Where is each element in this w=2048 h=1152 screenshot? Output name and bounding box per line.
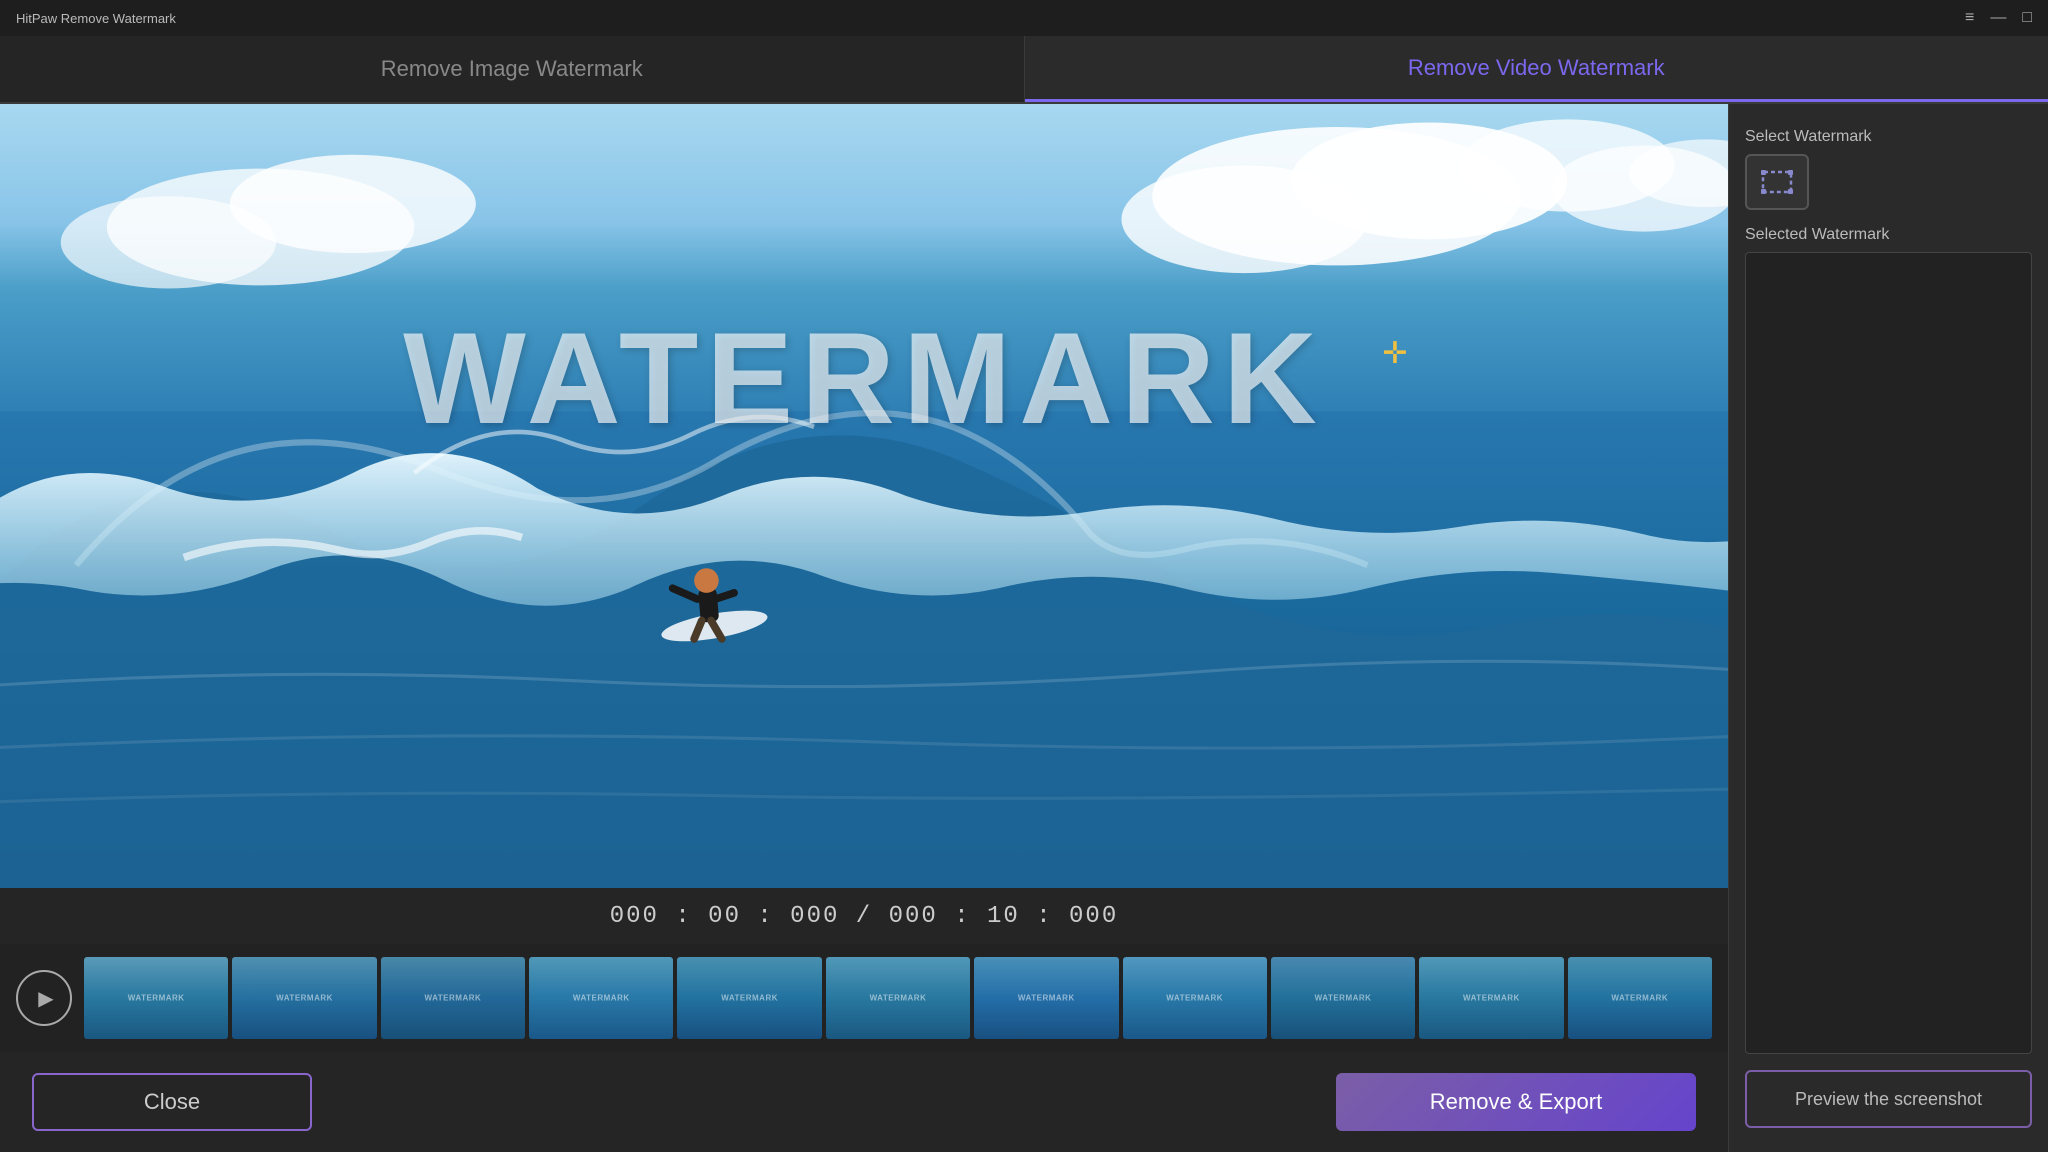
tab-video[interactable]: Remove Video Watermark	[1025, 36, 2048, 102]
selection-icon	[1759, 167, 1795, 197]
tab-video-label: Remove Video Watermark	[1408, 55, 1665, 81]
filmstrip-frame-label: WATERMARK	[573, 994, 630, 1003]
selected-watermark-label: Selected Watermark	[1745, 226, 2032, 244]
time-bar: 000 : 00 : 000 / 000 : 10 : 000	[0, 888, 1728, 944]
play-button[interactable]: ▶	[16, 970, 72, 1026]
close-button[interactable]: Close	[32, 1073, 312, 1131]
filmstrip-frame-label: WATERMARK	[1315, 994, 1372, 1003]
filmstrip-frame-label: WATERMARK	[1463, 994, 1520, 1003]
filmstrip-frame[interactable]: WATERMARK	[529, 957, 673, 1039]
filmstrip-frame-label: WATERMARK	[276, 994, 333, 1003]
filmstrip-frame[interactable]: WATERMARK	[84, 957, 228, 1039]
time-display: 000 : 00 : 000 / 000 : 10 : 000	[610, 903, 1118, 930]
select-watermark-label: Select Watermark	[1745, 128, 2032, 146]
selected-watermark-section: Selected Watermark	[1745, 226, 2032, 1054]
titlebar: HitPaw Remove Watermark ≡ — □	[0, 0, 2048, 36]
select-watermark-section: Select Watermark	[1745, 128, 2032, 210]
filmstrip-frame-label: WATERMARK	[870, 994, 927, 1003]
minimize-icon[interactable]: —	[1990, 9, 2006, 27]
filmstrip-frame[interactable]: WATERMARK	[826, 957, 970, 1039]
filmstrip-frame-label: WATERMARK	[1166, 994, 1223, 1003]
timeline: ▶ WATERMARKWATERMARKWATERMARKWATERMARKWA…	[0, 944, 1728, 1052]
bottom-bar: Close Remove & Export	[0, 1052, 1728, 1152]
crosshair-cursor: ✛	[1382, 339, 1407, 369]
maximize-icon[interactable]: □	[2022, 9, 2032, 27]
export-button[interactable]: Remove & Export	[1336, 1073, 1696, 1131]
video-scene-svg	[0, 104, 1728, 888]
select-watermark-button[interactable]	[1745, 154, 1809, 210]
tab-image-label: Remove Image Watermark	[381, 56, 643, 82]
selected-watermark-preview	[1745, 252, 2032, 1054]
right-panel: Select Watermark Selected Watermark Prev…	[1728, 104, 2048, 1152]
filmstrip-frame[interactable]: WATERMARK	[1419, 957, 1563, 1039]
filmstrip-frame-label: WATERMARK	[424, 994, 481, 1003]
tab-bar: Remove Image Watermark Remove Video Wate…	[0, 36, 2048, 104]
filmstrip-frame[interactable]: WATERMARK	[381, 957, 525, 1039]
video-area: WATERMARK ✛ 000 : 00 : 000 / 000 : 10 : …	[0, 104, 1728, 1152]
filmstrip-frame[interactable]: WATERMARK	[677, 957, 821, 1039]
app-title: HitPaw Remove Watermark	[16, 11, 176, 26]
preview-screenshot-button[interactable]: Preview the screenshot	[1745, 1070, 2032, 1128]
play-icon: ▶	[38, 986, 53, 1011]
filmstrip-frame[interactable]: WATERMARK	[1568, 957, 1712, 1039]
filmstrip-frame[interactable]: WATERMARK	[974, 957, 1118, 1039]
menu-icon[interactable]: ≡	[1965, 9, 1974, 27]
video-watermark-text: WATERMARK	[403, 303, 1325, 453]
tab-image[interactable]: Remove Image Watermark	[0, 36, 1025, 102]
filmstrip-frame[interactable]: WATERMARK	[232, 957, 376, 1039]
filmstrip-frame-label: WATERMARK	[721, 994, 778, 1003]
filmstrip-frame-label: WATERMARK	[128, 994, 185, 1003]
video-container[interactable]: WATERMARK ✛	[0, 104, 1728, 888]
filmstrip-frame[interactable]: WATERMARK	[1123, 957, 1267, 1039]
filmstrip-frame-label: WATERMARK	[1018, 994, 1075, 1003]
filmstrip: WATERMARK WATERMARK WATERMARK WATERMARK WATE…	[84, 957, 1712, 1039]
window-controls: ≡ — □	[1965, 9, 2032, 27]
filmstrip-frame-label: WATERMARK	[1611, 994, 1668, 1003]
filmstrip-frame[interactable]: WATERMARK	[1271, 957, 1415, 1039]
main-layout: WATERMARK ✛ 000 : 00 : 000 / 000 : 10 : …	[0, 104, 2048, 1152]
